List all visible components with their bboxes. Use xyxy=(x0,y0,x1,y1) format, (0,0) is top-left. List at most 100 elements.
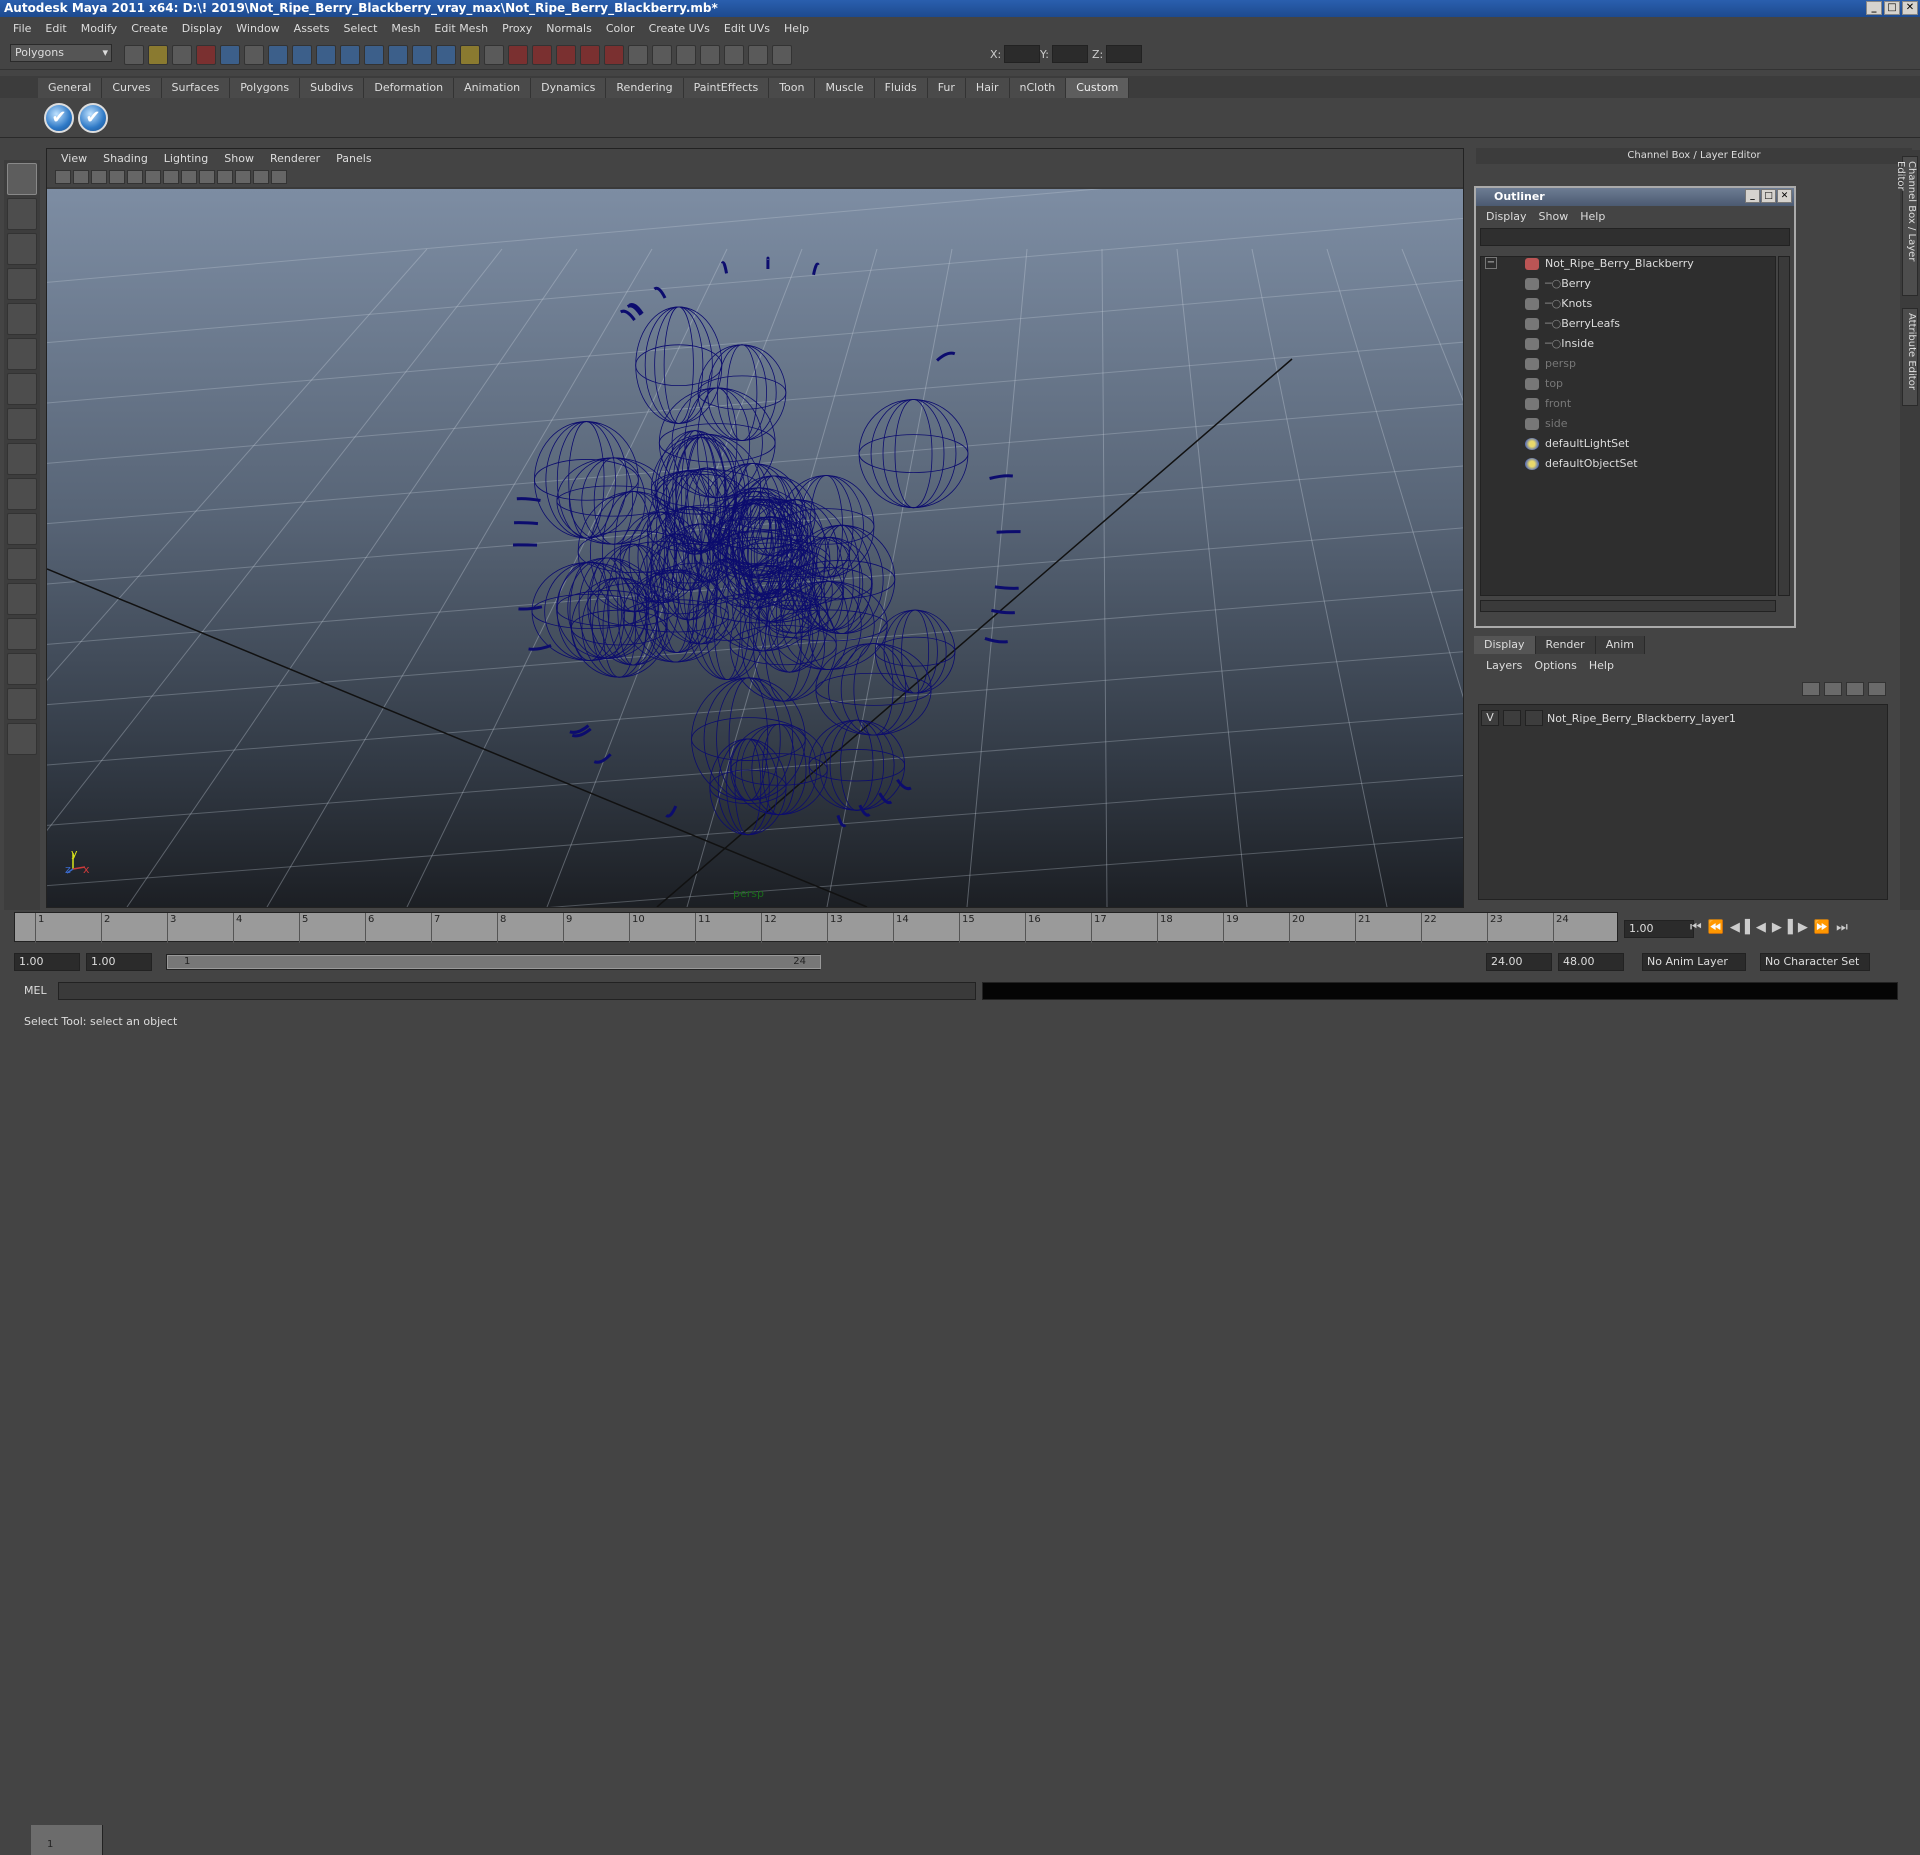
new-scene-icon[interactable] xyxy=(124,45,144,65)
menu-color[interactable]: Color xyxy=(599,22,642,35)
play-forward-icon[interactable]: ▶ xyxy=(1772,920,1782,935)
shelf-tab-animation[interactable]: Animation xyxy=(454,78,531,98)
outliner-item-defaultlightset[interactable]: defaultLightSet xyxy=(1525,435,1629,453)
select-hierarchy-icon[interactable] xyxy=(196,45,216,65)
snap-plane-icon[interactable] xyxy=(340,45,360,65)
outliner-expander[interactable]: − xyxy=(1485,257,1497,269)
layer-tab-display[interactable]: Display xyxy=(1474,636,1536,654)
ol-menu-show[interactable]: Show xyxy=(1533,210,1575,223)
ol-menu-help[interactable]: Help xyxy=(1574,210,1611,223)
range-slider[interactable]: 1 24 xyxy=(166,954,820,970)
outliner-layout-icon[interactable] xyxy=(7,583,37,615)
start-time-field[interactable]: 1.00 xyxy=(14,953,80,971)
image-plane-icon[interactable] xyxy=(109,170,125,184)
new-layer-icon[interactable] xyxy=(1846,682,1864,696)
layer-move-down-icon[interactable] xyxy=(1824,682,1842,696)
outliner-item-persp[interactable]: persp xyxy=(1525,355,1576,373)
render-region-icon[interactable] xyxy=(484,45,504,65)
paint-effects-icon[interactable] xyxy=(7,723,37,755)
lock-icon[interactable] xyxy=(460,45,480,65)
paint-select-tool-icon[interactable] xyxy=(7,233,37,265)
menu-create[interactable]: Create xyxy=(124,22,175,35)
snap-point-icon[interactable] xyxy=(316,45,336,65)
menu-file[interactable]: File xyxy=(6,22,38,35)
vp-menu-panels[interactable]: Panels xyxy=(328,152,379,165)
render-settings-icon[interactable] xyxy=(556,45,576,65)
input-line-icon[interactable] xyxy=(628,45,648,65)
shelf-checkmark-button-1[interactable]: ✔ xyxy=(44,103,74,133)
ly-menu-layers[interactable]: Layers xyxy=(1480,659,1528,672)
ly-menu-help[interactable]: Help xyxy=(1583,659,1620,672)
outliner-item-berryleafs[interactable]: ─○ BerryLeafs xyxy=(1525,315,1620,333)
current-frame-marker[interactable]: 1 xyxy=(31,1825,103,1855)
current-time-field[interactable]: 1.00 xyxy=(1624,920,1694,938)
camera-select-icon[interactable] xyxy=(55,170,71,184)
layer-move-up-icon[interactable] xyxy=(1802,682,1820,696)
transform-icon[interactable] xyxy=(676,45,696,65)
side-tab-attribute-editor[interactable]: Attribute Editor xyxy=(1902,308,1918,406)
grid-icon[interactable] xyxy=(271,170,287,184)
maximize-button[interactable]: □ xyxy=(1884,1,1900,15)
empty-tool-slot[interactable] xyxy=(7,478,37,510)
layer-tab-anim[interactable]: Anim xyxy=(1596,636,1645,654)
outliner-item-defaultobjectset[interactable]: defaultObjectSet xyxy=(1525,455,1638,473)
menu-window[interactable]: Window xyxy=(229,22,286,35)
step-forward-frame-icon[interactable]: ⏩ xyxy=(1814,920,1830,935)
select-by-name-icon[interactable] xyxy=(652,45,672,65)
hypershade-icon[interactable] xyxy=(580,45,600,65)
new-layer-selected-icon[interactable] xyxy=(1868,682,1886,696)
menu-mesh[interactable]: Mesh xyxy=(384,22,427,35)
xray-icon[interactable] xyxy=(253,170,269,184)
shelf-tab-polygons[interactable]: Polygons xyxy=(230,78,300,98)
scale-tool-icon[interactable] xyxy=(7,338,37,370)
side-tab-channel-box[interactable]: Channel Box / Layer Editor xyxy=(1902,156,1918,296)
menu-edit-mesh[interactable]: Edit Mesh xyxy=(427,22,495,35)
menu-normals[interactable]: Normals xyxy=(539,22,599,35)
shelf-tab-toon[interactable]: Toon xyxy=(769,78,815,98)
step-back-frame-icon[interactable]: ⏪ xyxy=(1708,920,1724,935)
play-backward-icon[interactable]: ◀ xyxy=(1756,920,1766,935)
shelf-tab-painteffects[interactable]: PaintEffects xyxy=(684,78,770,98)
vp-menu-shading[interactable]: Shading xyxy=(95,152,156,165)
go-to-start-icon[interactable]: ⏮ xyxy=(1690,920,1702,935)
outliner-horizontal-scrollbar[interactable] xyxy=(1480,600,1776,612)
shelf-tab-hair[interactable]: Hair xyxy=(966,78,1010,98)
shelf-tab-muscle[interactable]: Muscle xyxy=(815,78,874,98)
shadows-icon[interactable] xyxy=(217,170,233,184)
render-view-icon[interactable] xyxy=(604,45,624,65)
shelf-tab-general[interactable]: General xyxy=(38,78,102,98)
snap-surface-icon[interactable] xyxy=(364,45,384,65)
step-back-key-icon[interactable]: ◀▐ xyxy=(1730,920,1750,935)
numeric-input-icon[interactable] xyxy=(724,45,744,65)
shelf-checkmark-button-2[interactable]: ✔ xyxy=(78,103,108,133)
shelf-tab-custom[interactable]: Custom xyxy=(1066,78,1129,98)
lights-icon[interactable] xyxy=(199,170,215,184)
select-tool-icon[interactable] xyxy=(7,163,37,195)
single-perspective-layout-icon[interactable] xyxy=(7,513,37,545)
graph-layout-icon[interactable] xyxy=(7,618,37,650)
shelf-tab-ncloth[interactable]: nCloth xyxy=(1010,78,1067,98)
outliner-item-front[interactable]: front xyxy=(1525,395,1571,413)
layer-row[interactable]: V Not_Ripe_Berry_Blackberry_layer1 xyxy=(1481,709,1736,727)
shelf-tab-rendering[interactable]: Rendering xyxy=(606,78,683,98)
bookmark-icon[interactable] xyxy=(91,170,107,184)
anim-end-field[interactable]: 48.00 xyxy=(1558,953,1624,971)
vp-menu-renderer[interactable]: Renderer xyxy=(262,152,328,165)
snap-curve-icon[interactable] xyxy=(292,45,312,65)
ol-menu-display[interactable]: Display xyxy=(1480,210,1533,223)
range-slider-knob[interactable]: 1 24 xyxy=(167,955,821,969)
vp-menu-view[interactable]: View xyxy=(53,152,95,165)
outliner-item-root[interactable]: Not_Ripe_Berry_Blackberry xyxy=(1525,255,1694,273)
menu-create-uvs[interactable]: Create UVs xyxy=(642,22,717,35)
time-slider[interactable]: 1 12345678910111213141516171819202122232… xyxy=(14,912,1618,942)
outliner-search-field[interactable] xyxy=(1480,228,1790,246)
go-to-end-icon[interactable]: ⏭ xyxy=(1836,920,1848,935)
step-forward-key-icon[interactable]: ▌▶ xyxy=(1788,920,1808,935)
outliner-close-button[interactable]: ✕ xyxy=(1777,189,1792,203)
outliner-item-berry[interactable]: ─○ Berry xyxy=(1525,275,1591,293)
end-time-field[interactable]: 24.00 xyxy=(1486,953,1552,971)
camera-attr-icon[interactable] xyxy=(73,170,89,184)
menu-edit-uvs[interactable]: Edit UVs xyxy=(717,22,777,35)
lasso-tool-icon[interactable] xyxy=(7,198,37,230)
shelf-tab-curves[interactable]: Curves xyxy=(102,78,161,98)
